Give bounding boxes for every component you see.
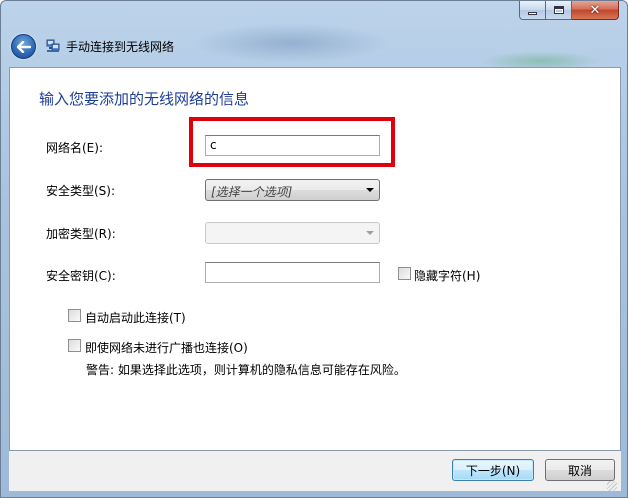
window-title: 手动连接到无线网络: [66, 40, 175, 54]
next-button[interactable]: 下一步(N): [452, 459, 534, 481]
auto-start-label[interactable]: 自动启动此连接(T): [85, 309, 186, 326]
page-heading: 输入您要添加的无线网络的信息: [39, 90, 250, 108]
network-icon: [46, 39, 60, 52]
resize-grip[interactable]: [607, 481, 617, 491]
connect-hidden-checkbox[interactable]: [68, 339, 81, 352]
glass-reflection: [191, 23, 391, 63]
highlight-box: [189, 117, 395, 167]
security-type-value: [选择一个选项]: [211, 185, 293, 199]
security-key-input[interactable]: [205, 262, 380, 283]
hide-chars-label[interactable]: 隐藏字符(H): [414, 267, 480, 284]
close-button[interactable]: ✕: [572, 1, 619, 20]
chevron-down-icon: [366, 188, 374, 192]
security-key-label: 安全密钥(C):: [46, 269, 116, 283]
maximize-icon: [553, 6, 564, 14]
back-button[interactable]: [11, 34, 36, 59]
minimize-button[interactable]: [519, 1, 546, 20]
caption-buttons: ✕: [519, 1, 619, 21]
window-frame: ✕ 手动连接到无线网络 输入您要添加的无线网络的信息 网络名(E): c 安全类…: [0, 0, 628, 498]
network-name-label: 网络名(E):: [46, 141, 103, 155]
maximize-button[interactable]: [546, 1, 572, 20]
connect-hidden-label[interactable]: 即使网络未进行广播也连接(O): [85, 339, 248, 356]
security-type-label: 安全类型(S):: [46, 184, 116, 198]
hide-chars-checkbox[interactable]: [398, 267, 411, 280]
encryption-type-label: 加密类型(R):: [46, 227, 116, 241]
security-type-select[interactable]: [选择一个选项]: [205, 179, 380, 201]
cancel-button[interactable]: 取消: [545, 459, 615, 481]
warning-text: 警告: 如果选择此选项，则计算机的隐私信息可能存在风险。: [86, 363, 406, 377]
auto-start-checkbox[interactable]: [68, 309, 81, 322]
close-icon: ✕: [589, 2, 601, 18]
back-arrow-icon: [16, 40, 31, 53]
minimize-icon: [528, 11, 537, 15]
chevron-down-icon: [366, 231, 374, 235]
encryption-type-select: [205, 222, 380, 244]
